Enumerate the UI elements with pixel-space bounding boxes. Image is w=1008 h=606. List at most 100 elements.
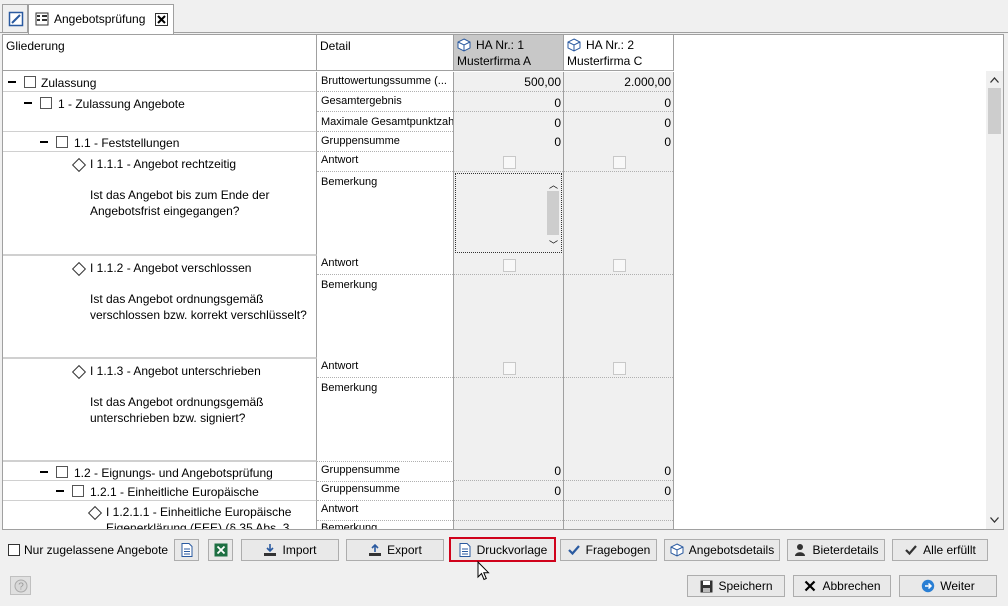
table-row-question-1-2-1-1[interactable]: I 1.2.1.1 - Einheitliche Europäische Eig… (3, 501, 674, 529)
package-icon (670, 543, 684, 557)
cancel-icon (803, 579, 817, 593)
table-row-feststellungen[interactable]: 1.1 - Feststellungen Gruppensumme 0 0 (3, 132, 674, 152)
export-label: Export (387, 543, 422, 557)
detail-label: Gruppensumme (317, 481, 453, 501)
table-row-eignung[interactable]: 1.2 - Eignungs- und Angebotsprüfung Grup… (3, 461, 674, 482)
document-button[interactable] (174, 539, 199, 561)
tab-angebotspruefung[interactable]: Angebotsprüfung (28, 4, 174, 34)
answer-label: Antwort (317, 501, 453, 521)
only-admitted-label: Nur zugelassene Angebote (24, 543, 169, 557)
answer-checkbox[interactable] (503, 259, 516, 272)
fragebogen-button[interactable]: Fragebogen (560, 539, 657, 561)
answer-label: Antwort (317, 152, 453, 172)
textarea-scrollbar[interactable]: ︿ ﹀ (545, 174, 561, 252)
row-checkbox[interactable] (40, 97, 52, 109)
import-button[interactable]: Import (241, 539, 339, 561)
table-row-zulassung-angebote[interactable]: 1 - Zulassung Angebote Gesamtergebnis Ma… (3, 92, 674, 132)
bidder-2-cell (564, 501, 674, 529)
scroll-down-icon[interactable] (986, 513, 1003, 527)
save-icon (699, 579, 713, 593)
angebotsdetails-button[interactable]: Angebotsdetails (664, 539, 780, 561)
column-header-bidder-1[interactable]: HA Nr.: 1 Musterfirma A (454, 35, 564, 71)
column-header-gliederung[interactable]: Gliederung (3, 35, 317, 71)
bidder-1-cell (454, 501, 564, 529)
weiter-button[interactable]: Weiter (899, 575, 997, 597)
table-row-question-1-1-2[interactable]: I 1.1.2 - Angebot verschlossen Ist das A… (3, 255, 674, 358)
question-icon (71, 157, 87, 173)
checklist-icon (567, 543, 581, 557)
scroll-thumb[interactable] (988, 88, 1001, 134)
close-icon[interactable] (155, 13, 168, 26)
grid-scrollbar[interactable] (986, 71, 1003, 529)
value: 2.000,00 (624, 75, 671, 89)
answer-checkbox[interactable] (503, 156, 516, 169)
question-text: unterschrieben bzw. signiert? (90, 411, 246, 425)
bidder-2-cell (564, 152, 674, 255)
detail-label: Gesamtergebnis (317, 92, 453, 112)
table-row-zulassung[interactable]: Zulassung Bruttowertungssumme (... 500,0… (3, 72, 674, 92)
bieterdetails-label: Bieterdetails (812, 543, 879, 557)
export-button[interactable]: Export (346, 539, 444, 561)
value: 0 (664, 135, 671, 149)
bidder-name: Musterfirma C (567, 54, 643, 68)
bidder-1-cell: 0 0 (454, 92, 564, 132)
question-text: Ist das Angebot ordnungsgemäß (90, 292, 264, 306)
alle-erfuellt-button[interactable]: Alle erfüllt (892, 539, 988, 561)
speichern-button[interactable]: Speichern (687, 575, 785, 597)
excel-export-button[interactable] (208, 539, 233, 561)
table-row-question-1-1-1[interactable]: I 1.1.1 - Angebot rechtzeitig Ist das An… (3, 152, 674, 255)
abbrechen-button[interactable]: Abbrechen (793, 575, 891, 597)
tab-edit[interactable] (2, 4, 28, 33)
table-row-eee[interactable]: 1.2.1 - Einheitliche Europäische Gruppen… (3, 481, 674, 501)
excel-icon (214, 543, 228, 557)
tree-label: I 1.1.1 - Angebot rechtzeitig (90, 157, 237, 171)
row-checkbox[interactable] (24, 76, 36, 88)
detail-label: Bruttowertungssumme (... (317, 72, 453, 92)
answer-checkbox[interactable] (613, 362, 626, 375)
collapse-icon[interactable] (40, 141, 48, 143)
answer-checkbox[interactable] (613, 156, 626, 169)
value-line (564, 92, 673, 112)
detail-cell: Antwort Bemerkung (317, 358, 454, 461)
row-checkbox[interactable] (72, 485, 84, 497)
export-icon (368, 543, 382, 557)
value-line (564, 501, 673, 521)
row-checkbox[interactable] (56, 136, 68, 148)
bidder-icon (793, 543, 807, 557)
question-text: Angebotsfrist eingegangen? (90, 204, 240, 218)
table-row-question-1-1-3[interactable]: I 1.1.3 - Angebot unterschrieben Ist das… (3, 358, 674, 461)
next-icon (921, 579, 935, 593)
collapse-icon[interactable] (8, 81, 16, 83)
column-header-bidder-2[interactable]: HA Nr.: 2 Musterfirma C (564, 35, 674, 71)
scroll-up-icon[interactable] (986, 73, 1003, 87)
value: 0 (664, 116, 671, 130)
collapse-icon[interactable] (56, 490, 64, 492)
bidder-1-cell: 0 (454, 481, 564, 501)
question-text: Ist das Angebot ordnungsgemäß (90, 395, 264, 409)
scroll-down-icon[interactable]: ﹀ (549, 238, 558, 251)
value: 0 (554, 96, 561, 110)
bidder-2-cell: 0 (564, 461, 674, 481)
scroll-thumb[interactable] (547, 191, 559, 235)
help-button[interactable]: ? (10, 576, 31, 595)
tree-cell: I 1.2.1.1 - Einheitliche Europäische Eig… (3, 501, 317, 529)
row-checkbox[interactable] (56, 466, 68, 478)
document-grid-icon (34, 11, 50, 27)
only-admitted-checkbox[interactable] (8, 544, 20, 556)
collapse-icon[interactable] (40, 471, 48, 473)
bidder-1-cell: ︿ ﹀ (454, 152, 564, 255)
druckvorlage-button[interactable]: Druckvorlage (449, 537, 556, 562)
tree-label: 1.2.1 - Einheitliche Europäische (90, 485, 259, 499)
bidder-2-cell: 0 0 (564, 92, 674, 132)
answer-checkbox[interactable] (613, 259, 626, 272)
detail-label: Gruppensumme (317, 462, 453, 482)
bieterdetails-button[interactable]: Bieterdetails (787, 539, 885, 561)
document-icon (180, 543, 194, 557)
only-admitted-toggle[interactable]: Nur zugelassene Angebote (8, 542, 168, 558)
collapse-icon[interactable] (24, 102, 32, 104)
column-header-detail[interactable]: Detail (317, 35, 454, 71)
remark-textarea[interactable]: ︿ ﹀ (455, 173, 562, 253)
scroll-up-icon[interactable]: ︿ (549, 178, 558, 191)
answer-checkbox[interactable] (503, 362, 516, 375)
question-text: verschlossen bzw. korrekt verschlüsselt? (90, 308, 307, 322)
